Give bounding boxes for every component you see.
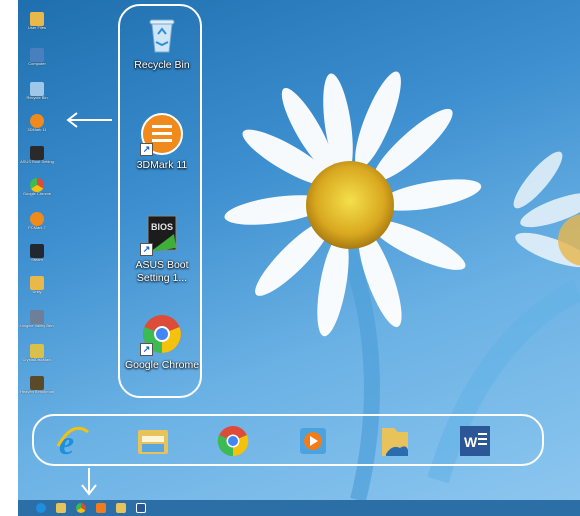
media-player-icon bbox=[300, 428, 326, 454]
steam-icon bbox=[30, 244, 44, 258]
recycle-bin-icon bbox=[30, 82, 44, 96]
file-explorer-icon bbox=[138, 430, 168, 454]
crystaldisk-icon bbox=[30, 344, 44, 358]
shortcut-arrow-icon: ↗ bbox=[140, 143, 153, 156]
taskbar-word[interactable]: W bbox=[458, 424, 492, 458]
taskbar-small-internet-explorer-icon[interactable] bbox=[36, 503, 46, 513]
small-icon-unity[interactable]: Unity bbox=[20, 276, 54, 294]
chrome-icon bbox=[217, 426, 249, 457]
chrome-icon bbox=[30, 178, 44, 192]
word-icon: W bbox=[460, 426, 490, 456]
desktop-icons-highlight: Recycle Bin ↗ 3DMark 11 BIOS ↗ ASUS Boot… bbox=[118, 4, 202, 398]
folder-icon bbox=[30, 12, 44, 26]
shortcut-arrow-icon: ↗ bbox=[140, 243, 153, 256]
taskbar-file-explorer[interactable] bbox=[136, 424, 170, 458]
small-icon-pcmark[interactable]: PCMark 7 bbox=[20, 212, 54, 230]
small-icon-asus-boot[interactable]: ASUS Boot Setting bbox=[20, 146, 54, 164]
small-icon-computer[interactable]: Computer bbox=[20, 48, 54, 66]
small-icon-crystaldisk[interactable]: CrystalDiskMark bbox=[20, 344, 54, 362]
taskbar-internet-explorer[interactable]: e bbox=[56, 424, 90, 462]
small-icon-valley[interactable]: Unigine Valley Bench bbox=[20, 310, 54, 328]
small-icon-3dmark[interactable]: 3DMark 11 bbox=[20, 114, 54, 132]
recycle-bin-icon bbox=[140, 12, 184, 56]
computer-icon bbox=[30, 48, 44, 62]
svg-text:W: W bbox=[464, 434, 478, 450]
taskbar-small-file-explorer-icon[interactable] bbox=[56, 503, 66, 513]
taskbar-pinned-highlight: e W bbox=[32, 414, 544, 466]
internet-explorer-icon: e bbox=[56, 425, 89, 462]
small-icon-chrome[interactable]: Google Chrome bbox=[20, 178, 54, 196]
small-icon-heaven[interactable]: Heaven Benchmark bbox=[20, 376, 54, 394]
heaven-icon bbox=[30, 376, 44, 390]
small-icon-user-files[interactable]: User Files bbox=[20, 12, 54, 30]
taskbar-chrome[interactable] bbox=[216, 424, 250, 458]
desktop-icon-3dmark[interactable]: ↗ 3DMark 11 bbox=[120, 112, 204, 172]
taskbar-small-media-player-icon[interactable] bbox=[96, 503, 106, 513]
desktop-icon-asus-boot-setting[interactable]: BIOS ↗ ASUS Boot Setting 1... bbox=[120, 212, 204, 285]
skydrive-folder-icon bbox=[382, 428, 408, 456]
svg-text:BIOS: BIOS bbox=[151, 222, 173, 232]
pcmark-icon bbox=[30, 212, 44, 226]
taskbar-small-word-icon[interactable] bbox=[136, 503, 146, 513]
taskbar-media-player[interactable] bbox=[296, 424, 330, 458]
small-icon-steam[interactable]: Steam bbox=[20, 244, 54, 262]
shortcut-arrow-icon: ↗ bbox=[140, 343, 153, 356]
valley-icon bbox=[30, 310, 44, 324]
taskbar bbox=[18, 500, 580, 516]
unity-icon bbox=[30, 276, 44, 290]
asus-bios-icon bbox=[30, 146, 44, 160]
3dmark-icon bbox=[30, 114, 44, 128]
taskbar-skydrive-folder[interactable] bbox=[378, 424, 412, 458]
asus-bios-icon: BIOS ↗ bbox=[140, 212, 184, 256]
taskbar-small-chrome-icon[interactable] bbox=[76, 503, 86, 513]
desktop-icon-google-chrome[interactable]: ↗ Google Chrome bbox=[120, 312, 204, 372]
desktop-icon-recycle-bin[interactable]: Recycle Bin bbox=[120, 12, 204, 72]
3dmark-icon: ↗ bbox=[140, 112, 184, 156]
chrome-icon: ↗ bbox=[140, 312, 184, 356]
small-icon-recycle-bin[interactable]: Recycle Bin bbox=[20, 82, 54, 100]
taskbar-small-skydrive-folder-icon[interactable] bbox=[116, 503, 126, 513]
desktop: User Files Computer Recycle Bin 3DMark 1… bbox=[18, 0, 580, 500]
